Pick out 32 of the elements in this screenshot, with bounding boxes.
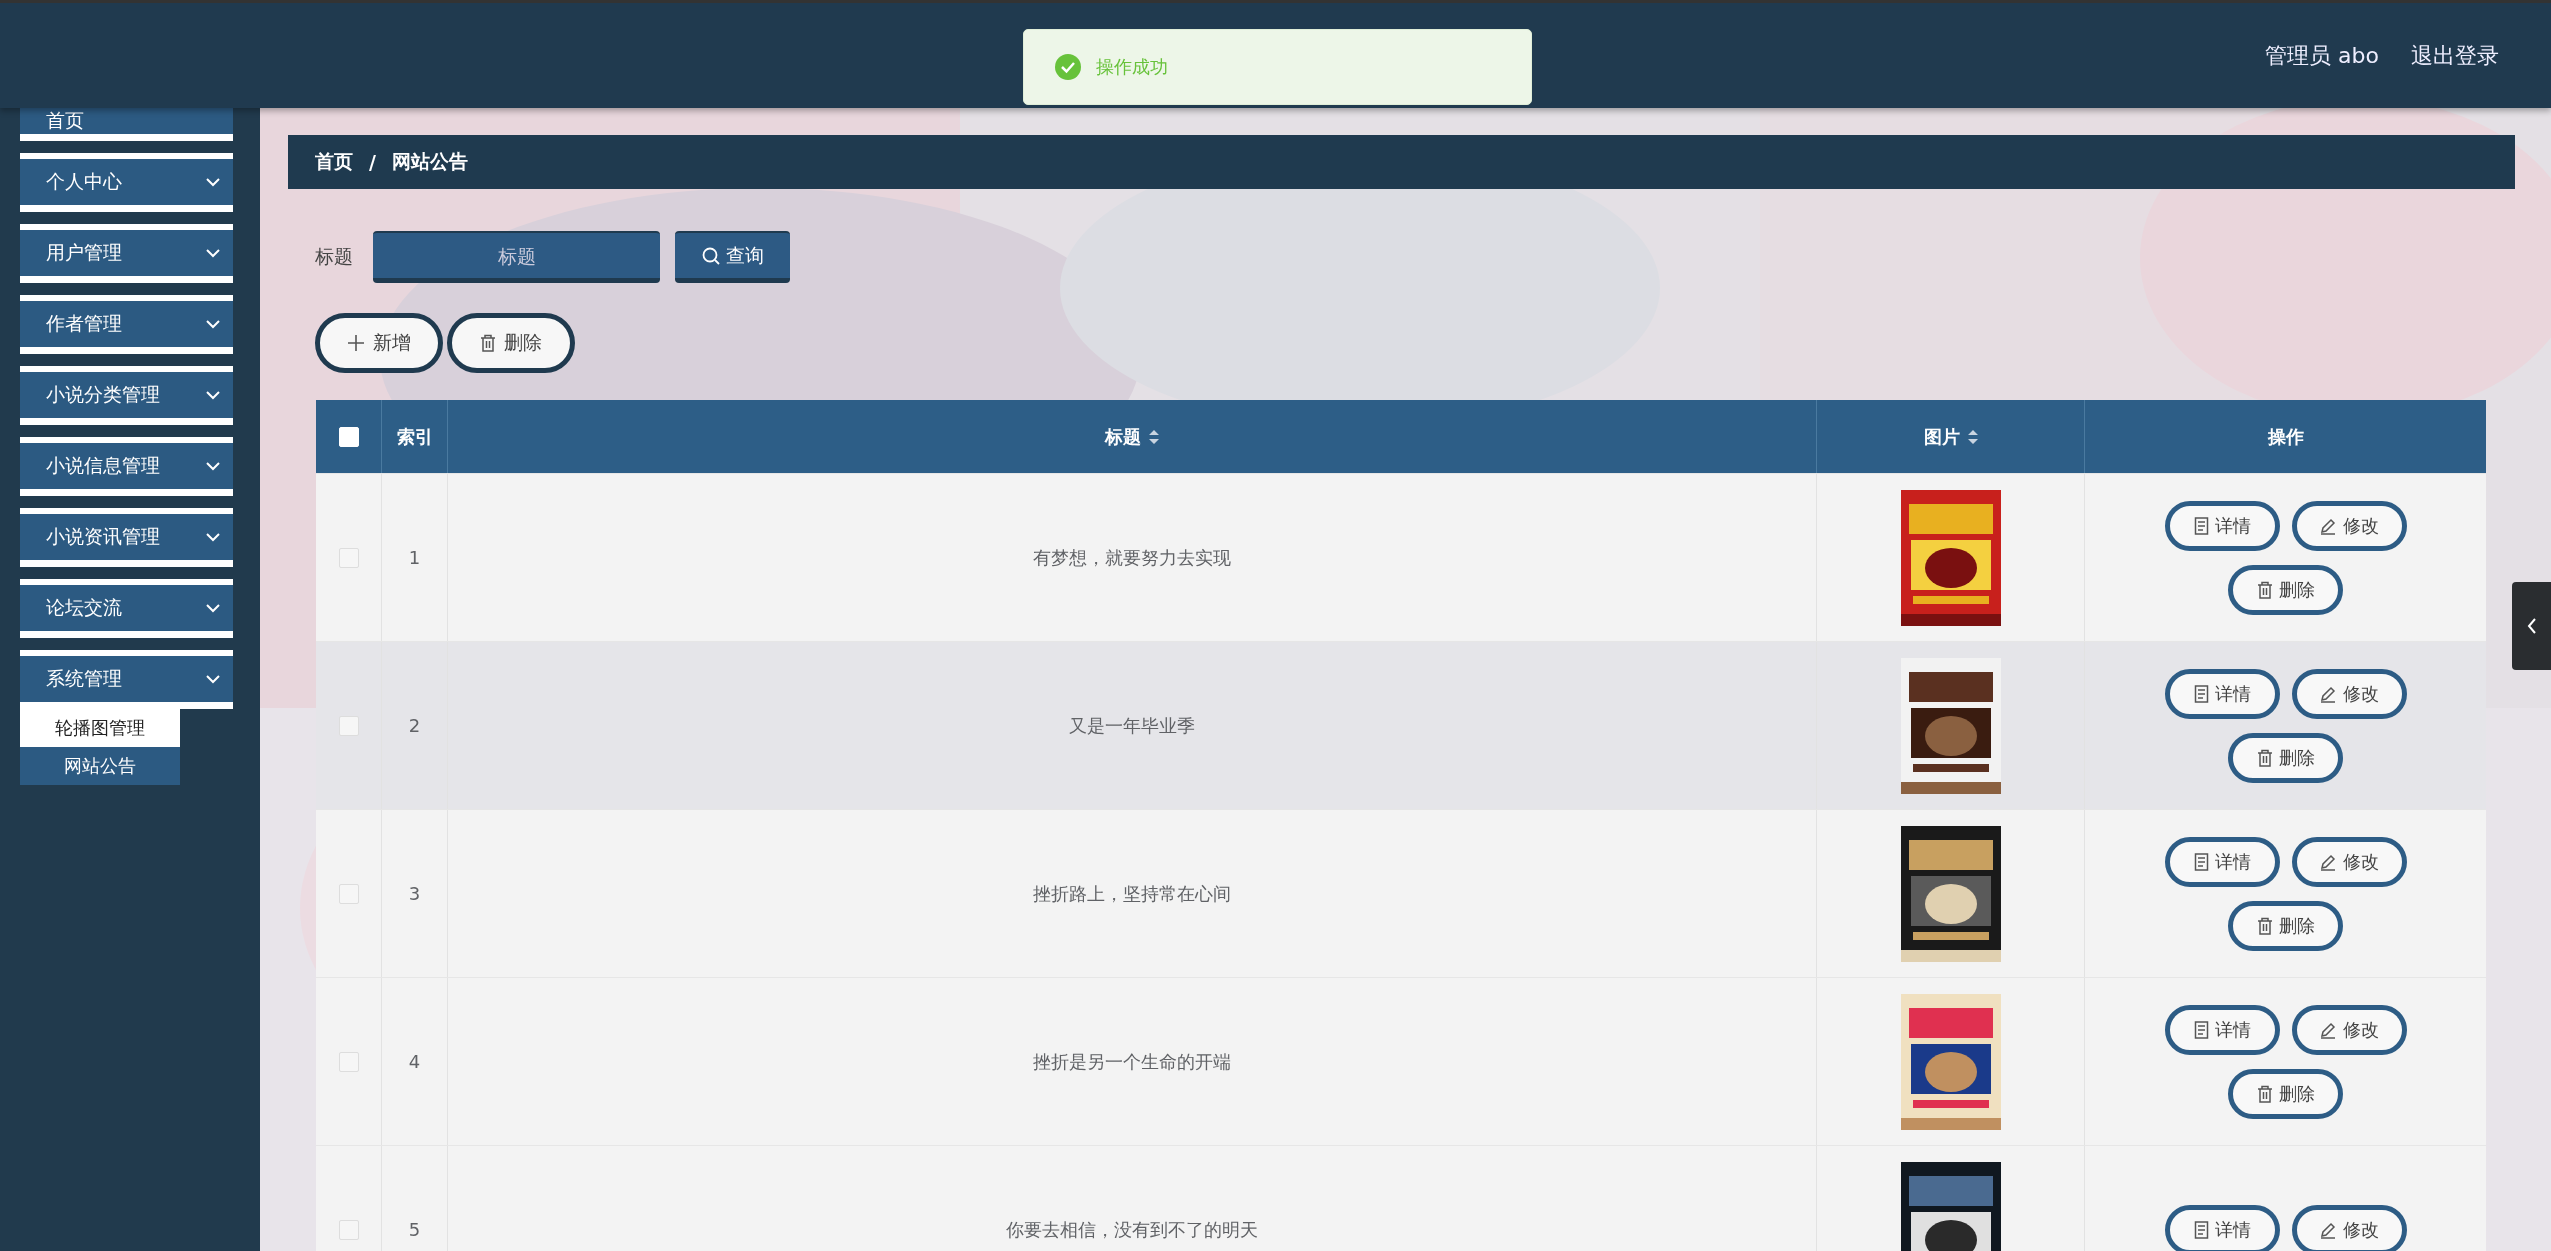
logout-link[interactable]: 退出登录 bbox=[2411, 40, 2499, 71]
sidebar-label: 小说信息管理 bbox=[46, 453, 160, 478]
sidebar-item[interactable]: 用户管理 bbox=[20, 224, 233, 283]
sidebar-item[interactable]: 个人中心 bbox=[20, 153, 233, 212]
sidebar-item[interactable]: 小说分类管理 bbox=[20, 366, 233, 425]
user-name: 管理员 abo bbox=[2265, 41, 2379, 70]
sidebar-item[interactable]: 小说信息管理 bbox=[20, 437, 233, 496]
chevron-down-icon bbox=[205, 603, 221, 613]
chevron-down-icon bbox=[205, 390, 221, 400]
sidebar-item[interactable]: 小说资讯管理 bbox=[20, 508, 233, 567]
sidebar-label: 首页 bbox=[46, 108, 84, 133]
sidebar-label: 个人中心 bbox=[46, 169, 122, 194]
sidebar-item[interactable]: 论坛交流 bbox=[20, 579, 233, 638]
chevron-down-icon bbox=[205, 461, 221, 471]
submenu-item[interactable]: 轮播图管理 bbox=[20, 709, 180, 747]
sidebar-label: 系统管理 bbox=[46, 666, 122, 691]
chevron-down-icon bbox=[205, 674, 221, 684]
sidebar-label: 论坛交流 bbox=[46, 595, 122, 620]
sidebar-item[interactable]: 作者管理 bbox=[20, 295, 233, 354]
sidebar-item[interactable]: 系统管理 bbox=[20, 650, 233, 709]
chevron-down-icon bbox=[205, 319, 221, 329]
toast-message: 操作成功 bbox=[1096, 55, 1168, 79]
sidebar-label: 小说分类管理 bbox=[46, 382, 160, 407]
sidebar-label: 小说资讯管理 bbox=[46, 524, 160, 549]
sidebar-item[interactable]: 首页 bbox=[20, 108, 233, 141]
check-circle-icon bbox=[1054, 53, 1082, 81]
chevron-down-icon bbox=[205, 177, 221, 187]
sidebar-label: 作者管理 bbox=[46, 311, 122, 336]
sidebar-label: 用户管理 bbox=[46, 240, 122, 265]
chevron-down-icon bbox=[205, 248, 221, 258]
chevron-down-icon bbox=[205, 532, 221, 542]
submenu-item[interactable]: 网站公告 bbox=[20, 747, 180, 785]
